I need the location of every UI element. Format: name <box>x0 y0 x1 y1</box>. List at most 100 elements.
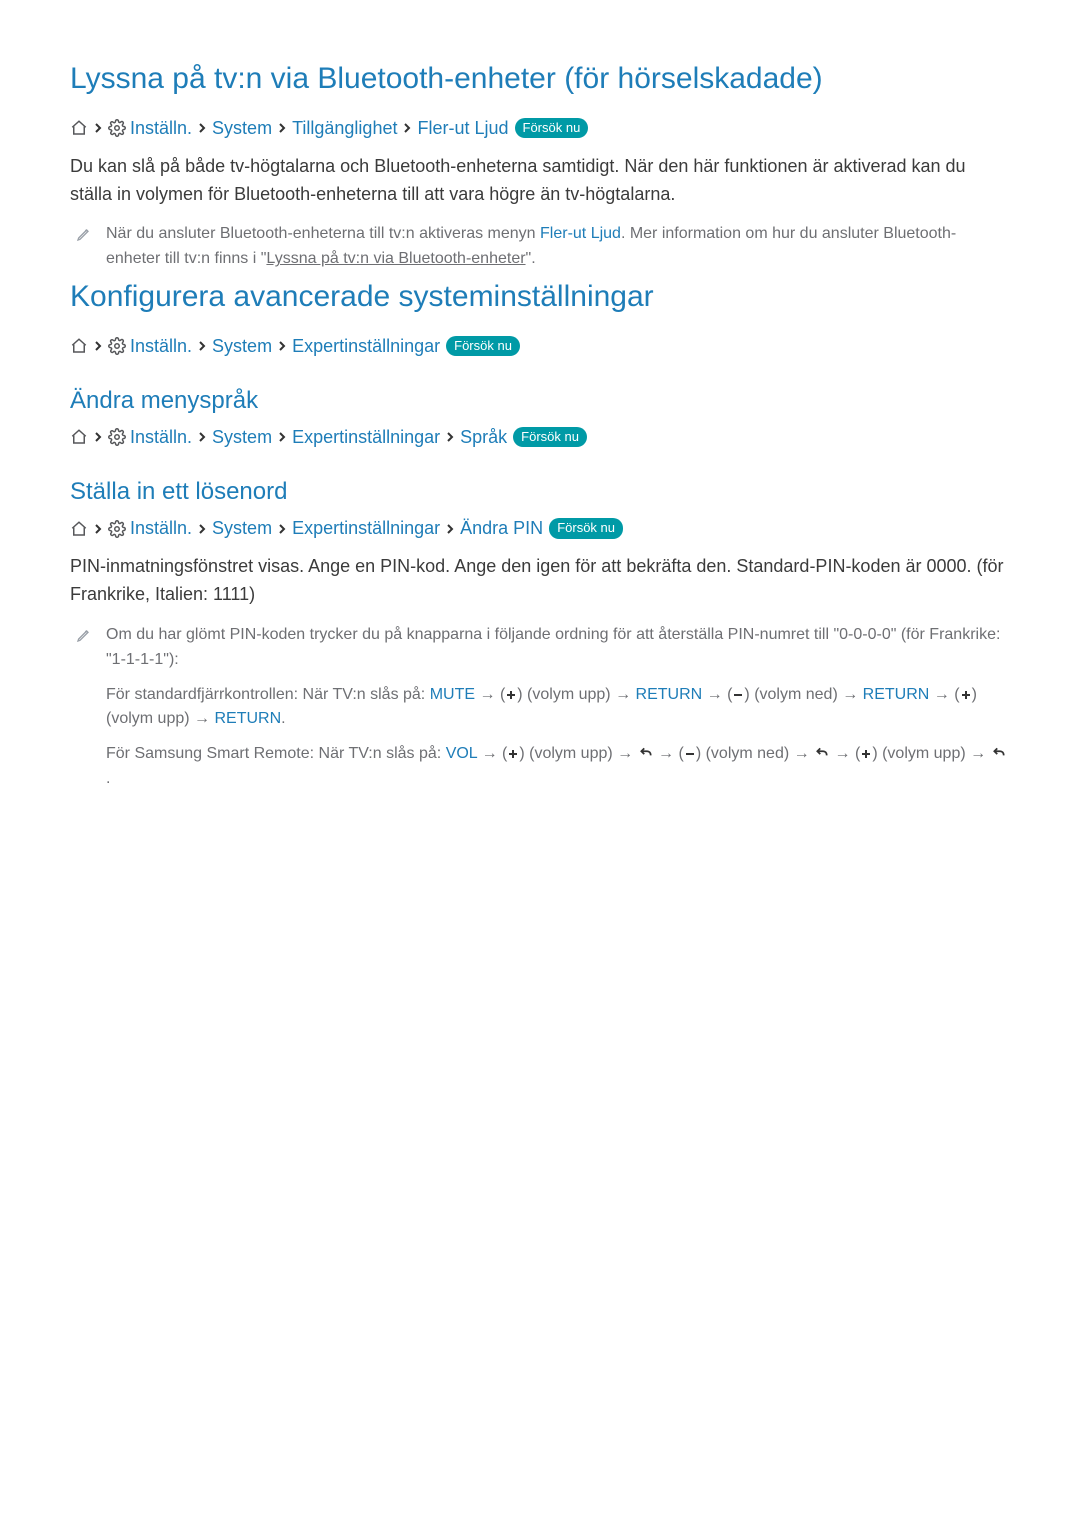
key-vol: VOL <box>446 745 477 762</box>
arrow-right-icon: → <box>835 745 855 762</box>
chevron-right-icon <box>92 340 104 352</box>
gear-icon <box>108 520 126 538</box>
arrow-right-icon: → <box>934 686 954 703</box>
breadcrumb-expert[interactable]: Expertinställningar <box>292 425 440 450</box>
try-now-badge[interactable]: Försök nu <box>446 336 520 356</box>
link-listen-bluetooth[interactable]: Lyssna på tv:n via Bluetooth-enheter <box>266 250 525 267</box>
key-return: RETURN <box>636 686 703 703</box>
back-icon <box>814 746 830 760</box>
chevron-right-icon <box>444 431 456 443</box>
arrow-right-icon: → <box>658 745 678 762</box>
plus-icon <box>505 689 517 701</box>
breadcrumb-change-pin[interactable]: Ändra PIN <box>460 516 543 541</box>
chevron-right-icon <box>444 523 456 535</box>
minus-icon <box>684 748 696 760</box>
chevron-right-icon <box>276 523 288 535</box>
arrow-right-icon: → <box>794 745 814 762</box>
key-mute: MUTE <box>430 686 475 703</box>
note-text: Om du har glömt PIN-koden trycker du på … <box>106 623 1010 673</box>
label-volume-up: (volym upp) <box>878 745 970 762</box>
chevron-right-icon <box>92 122 104 134</box>
key-return: RETURN <box>214 710 281 727</box>
breadcrumb: Inställn. System Expertinställningar Spr… <box>70 425 1010 450</box>
breadcrumb-language[interactable]: Språk <box>460 425 507 450</box>
arrow-right-icon: → <box>615 686 635 703</box>
home-icon <box>70 428 88 446</box>
note-row: När du ansluter Bluetooth-enheterna till… <box>76 222 1010 272</box>
breadcrumb-settings[interactable]: Inställn. <box>130 425 192 450</box>
chevron-right-icon <box>92 431 104 443</box>
home-icon <box>70 337 88 355</box>
plus-icon <box>960 689 972 701</box>
breadcrumb-settings[interactable]: Inställn. <box>130 116 192 141</box>
key-return: RETURN <box>863 686 930 703</box>
arrow-right-icon: → <box>617 745 637 762</box>
label-volume-down: (volym ned) <box>701 745 793 762</box>
minus-icon <box>732 689 744 701</box>
arrow-right-icon: → <box>479 686 499 703</box>
breadcrumb-accessibility[interactable]: Tillgänglighet <box>292 116 397 141</box>
chevron-right-icon <box>276 122 288 134</box>
note-row: Om du har glömt PIN-koden trycker du på … <box>76 623 1010 792</box>
chevron-right-icon <box>196 431 208 443</box>
breadcrumb: Inställn. System Expertinställningar Änd… <box>70 516 1010 541</box>
label-volume-down: (volym ned) <box>750 686 842 703</box>
home-icon <box>70 520 88 538</box>
gear-icon <box>108 337 126 355</box>
arrow-right-icon: → <box>482 745 502 762</box>
back-icon <box>991 746 1007 760</box>
breadcrumb-system[interactable]: System <box>212 516 272 541</box>
breadcrumb-settings[interactable]: Inställn. <box>130 334 192 359</box>
chevron-right-icon <box>276 340 288 352</box>
note-text: När du ansluter Bluetooth-enheterna till… <box>106 222 1010 272</box>
chevron-right-icon <box>196 122 208 134</box>
chevron-right-icon <box>401 122 413 134</box>
body-text-bluetooth: Du kan slå på både tv-högtalarna och Blu… <box>70 153 1010 209</box>
note-text-post: ". <box>526 250 536 267</box>
breadcrumb-expert[interactable]: Expertinställningar <box>292 516 440 541</box>
body-text-password: PIN-inmatningsfönstret visas. Ange en PI… <box>70 553 1010 609</box>
gear-icon <box>108 428 126 446</box>
plus-icon <box>507 748 519 760</box>
link-fler-ut-ljud[interactable]: Fler-ut Ljud <box>540 225 621 242</box>
home-icon <box>70 119 88 137</box>
breadcrumb-system[interactable]: System <box>212 425 272 450</box>
chevron-right-icon <box>196 523 208 535</box>
try-now-badge[interactable]: Försök nu <box>549 518 623 538</box>
arrow-right-icon: → <box>970 745 990 762</box>
breadcrumb: Inställn. System Expertinställningar För… <box>70 334 1010 359</box>
period: . <box>106 770 110 787</box>
section-title-bluetooth: Lyssna på tv:n via Bluetooth-enheter (fö… <box>70 60 1010 98</box>
plus-icon <box>860 748 872 760</box>
gear-icon <box>108 119 126 137</box>
try-now-badge[interactable]: Försök nu <box>515 118 589 138</box>
subsection-title-language: Ändra menyspråk <box>70 387 1010 415</box>
pencil-icon <box>76 226 92 247</box>
label-volume-up: (volym upp) <box>523 686 615 703</box>
pencil-icon <box>76 627 92 648</box>
breadcrumb-settings[interactable]: Inställn. <box>130 516 192 541</box>
arrow-right-icon: → <box>707 686 727 703</box>
remote-std-prefix: För standardfjärrkontrollen: När TV:n sl… <box>106 686 430 703</box>
chevron-right-icon <box>196 340 208 352</box>
note-text-pre: När du ansluter Bluetooth-enheterna till… <box>106 225 540 242</box>
breadcrumb-system[interactable]: System <box>212 334 272 359</box>
arrow-right-icon: → <box>842 686 862 703</box>
label-volume-up: (volym upp) <box>106 710 194 727</box>
breadcrumb: Inställn. System Tillgänglighet Fler-ut … <box>70 116 1010 141</box>
back-icon <box>638 746 654 760</box>
remote-smart-sequence: För Samsung Smart Remote: När TV:n slås … <box>106 742 1010 792</box>
subsection-title-password: Ställa in ett lösenord <box>70 478 1010 506</box>
chevron-right-icon <box>276 431 288 443</box>
chevron-right-icon <box>92 523 104 535</box>
breadcrumb-expert[interactable]: Expertinställningar <box>292 334 440 359</box>
label-volume-up: (volym upp) <box>525 745 617 762</box>
period: . <box>281 710 285 727</box>
breadcrumb-multi-audio[interactable]: Fler-ut Ljud <box>417 116 508 141</box>
breadcrumb-system[interactable]: System <box>212 116 272 141</box>
remote-standard-sequence: För standardfjärrkontrollen: När TV:n sl… <box>106 683 1010 733</box>
section-title-advanced: Konfigurera avancerade systeminställning… <box>70 278 1010 316</box>
try-now-badge[interactable]: Försök nu <box>513 427 587 447</box>
remote-smart-prefix: För Samsung Smart Remote: När TV:n slås … <box>106 745 446 762</box>
arrow-right-icon: → <box>194 710 214 727</box>
